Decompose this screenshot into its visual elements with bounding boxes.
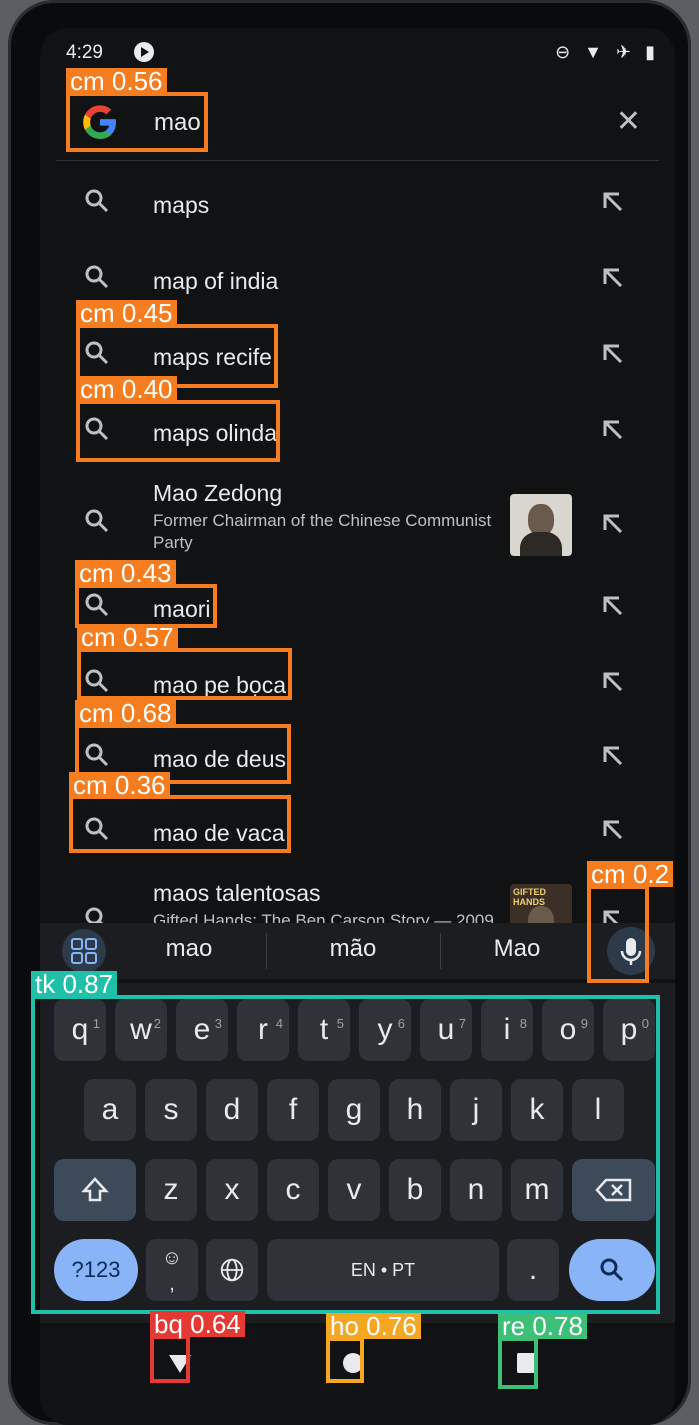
detection-box — [31, 995, 660, 1314]
search-icon — [85, 189, 109, 213]
fill-query-arrow-icon[interactable] — [599, 188, 627, 216]
detection-label: cm 0.36 — [69, 772, 170, 798]
fill-query-arrow-icon[interactable] — [599, 416, 627, 444]
search-icon — [85, 265, 109, 289]
detection-label: cm 0.68 — [75, 700, 176, 726]
portrait-thumbnail — [510, 494, 572, 556]
fill-query-arrow-icon[interactable] — [599, 340, 627, 368]
suggestion-item[interactable]: maps — [40, 168, 675, 244]
detection-box — [69, 795, 291, 853]
detection-label: cm 0.56 — [66, 68, 167, 94]
detection-box — [66, 92, 208, 152]
detection-box — [587, 885, 649, 983]
dnd-icon: ⊖ — [555, 42, 571, 62]
detection-label: ho 0.76 — [326, 1313, 421, 1339]
detection-label: cm 0.2 — [587, 861, 674, 887]
search-icon — [85, 509, 109, 533]
fill-query-arrow-icon[interactable] — [599, 592, 627, 620]
word-suggestion[interactable]: mão — [268, 935, 438, 963]
apps-grid-icon[interactable] — [62, 929, 106, 973]
fill-query-arrow-icon[interactable] — [599, 816, 627, 844]
detection-box — [498, 1337, 538, 1389]
fill-query-arrow-icon[interactable] — [599, 742, 627, 770]
suggestion-label: maps — [153, 192, 210, 218]
fill-query-arrow-icon[interactable] — [599, 668, 627, 696]
close-icon[interactable]: ✕ — [616, 104, 641, 139]
play-icon — [134, 42, 154, 62]
suggestion-label: maos talentosas — [153, 880, 321, 906]
fill-query-arrow-icon[interactable] — [599, 264, 627, 292]
suggestion-item[interactable]: Mao Zedong Former Chairman of the Chines… — [40, 472, 675, 572]
detection-box — [326, 1337, 364, 1383]
airplane-icon: ✈ — [616, 42, 632, 62]
wifi-icon: ▼ — [584, 42, 602, 62]
keyboard-suggestion-strip: mao mão Mao — [40, 923, 675, 979]
status-icons: ⊖ ▼ ✈ ▮ — [555, 42, 655, 63]
suggestion-label: map of india — [153, 268, 279, 294]
detection-label: cm 0.45 — [76, 300, 177, 326]
status-time: 4:29 — [66, 42, 103, 63]
detection-label: cm 0.43 — [75, 560, 176, 586]
detection-box — [77, 648, 292, 700]
status-bar: 4:29 ⊖ ▼ ✈ ▮ — [60, 36, 655, 70]
detection-label: tk 0.87 — [31, 971, 118, 997]
detection-label: cm 0.40 — [76, 376, 177, 402]
detection-box — [150, 1335, 190, 1383]
detection-label: cm 0.57 — [77, 624, 178, 650]
divider — [266, 933, 267, 969]
battery-icon: ▮ — [645, 42, 655, 62]
fill-query-arrow-icon[interactable] — [599, 510, 627, 538]
detection-label: re 0.78 — [498, 1313, 587, 1339]
detection-box — [76, 400, 280, 462]
suggestion-label: Mao Zedong — [153, 480, 283, 506]
detection-label: bq 0.64 — [150, 1311, 245, 1337]
suggestion-subtitle: Former Chairman of the Chinese Communist… — [153, 511, 492, 552]
word-suggestion[interactable]: mao — [104, 935, 274, 963]
word-suggestion[interactable]: Mao — [432, 935, 602, 963]
